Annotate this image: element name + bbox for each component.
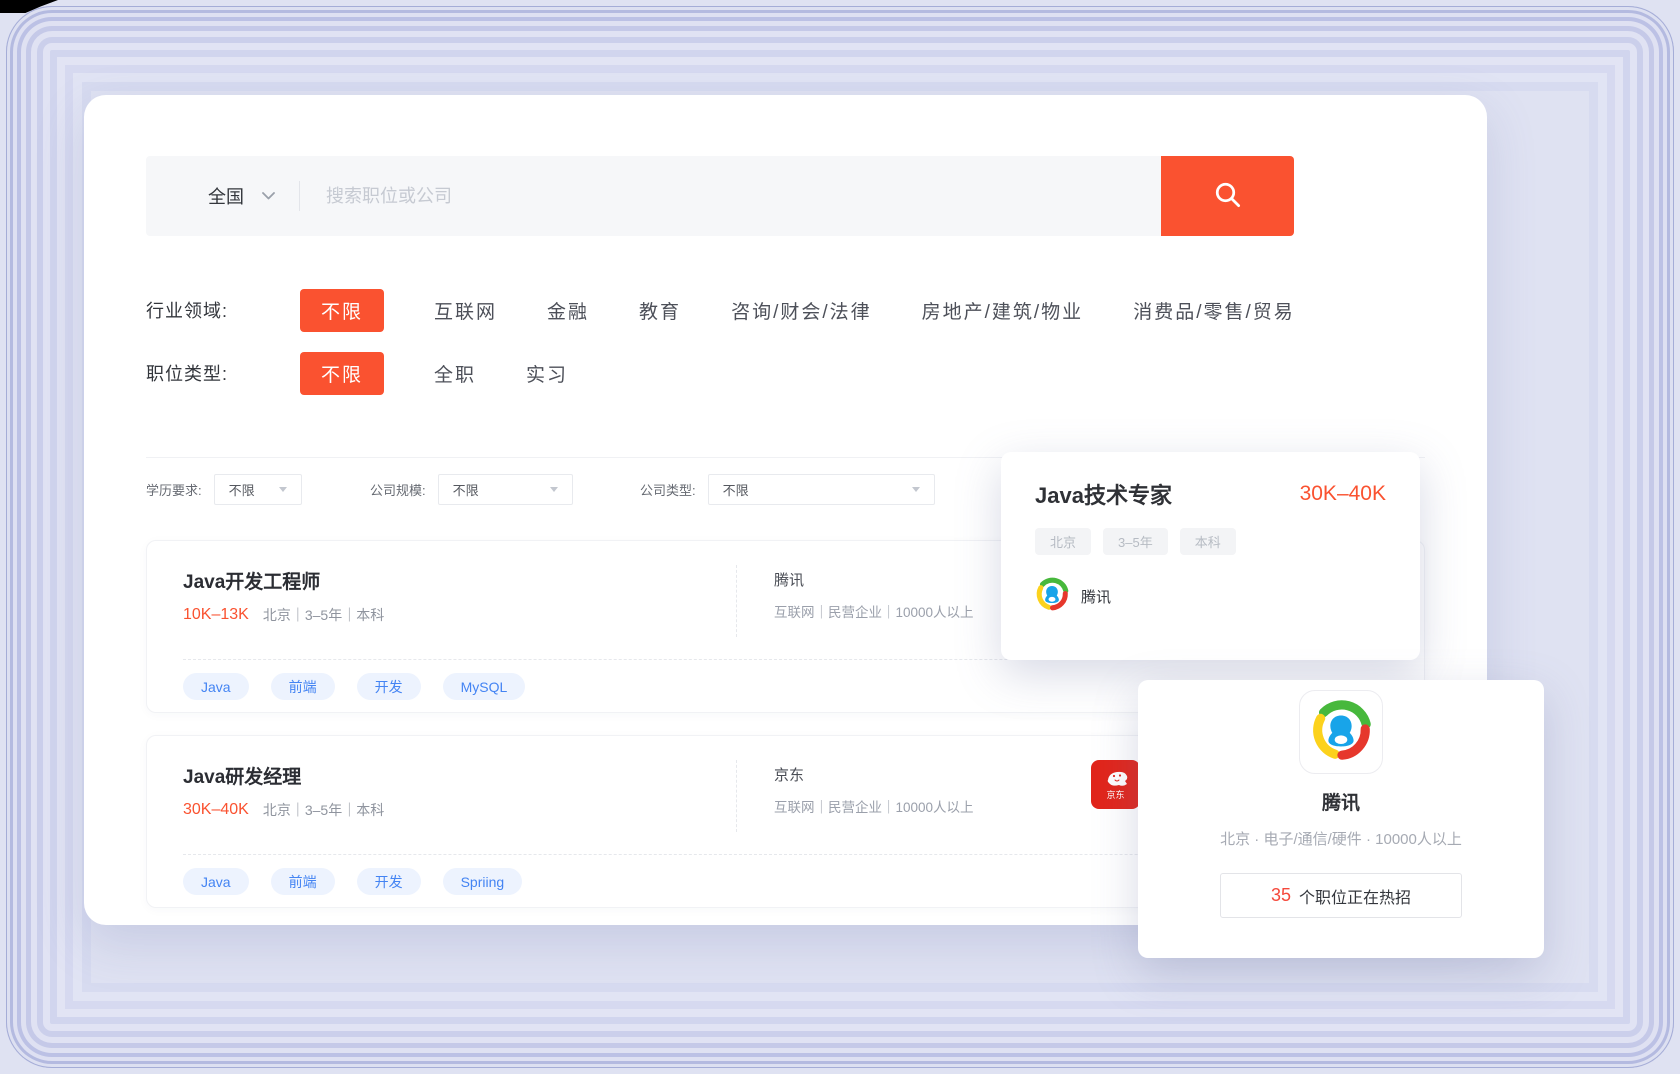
company-type-dropdown-value: 不限 — [723, 480, 749, 499]
company-popup[interactable]: 腾讯 北京 · 电子/通信/硬件 · 10000人以上 35 个职位正在热招 — [1138, 680, 1544, 958]
education-filter: 学历要求: 不限 — [146, 473, 302, 505]
job-title: Java研发经理 — [183, 762, 301, 789]
search-bar: 全国 — [146, 156, 1294, 236]
jd-logo-text: 京东 — [1106, 791, 1124, 800]
company-size-filter-label: 公司规模: — [370, 480, 426, 499]
job-popup-title: Java技术专家 — [1035, 478, 1172, 510]
job-tag[interactable]: 开发 — [357, 868, 421, 895]
industry-option-education[interactable]: 教育 — [639, 297, 681, 324]
tencent-logo-box — [1299, 690, 1383, 774]
job-popup-tag: 北京 — [1035, 528, 1091, 555]
job-salary-row: 10K–13K 北京｜3–5年｜本科 — [183, 605, 384, 625]
job-popup-header: Java技术专家 30K–40K — [1035, 478, 1386, 510]
industry-option-finance[interactable]: 金融 — [547, 297, 589, 324]
corner-notch — [0, 0, 58, 13]
industry-option-consumer[interactable]: 消费品/零售/贸易 — [1133, 297, 1295, 324]
job-popup-tag: 本科 — [1180, 528, 1236, 555]
hot-jobs-count: 35 — [1271, 885, 1291, 906]
divider — [299, 181, 300, 211]
search-input[interactable] — [324, 185, 1161, 208]
job-meta: 北京｜3–5年｜本科 — [263, 800, 384, 820]
divider — [736, 565, 737, 637]
company-meta: 互联网｜民营企业｜10000人以上 — [774, 796, 974, 816]
job-salary-row: 30K–40K 北京｜3–5年｜本科 — [183, 800, 384, 820]
job-popup-salary: 30K–40K — [1300, 482, 1386, 506]
jobtype-option-fulltime[interactable]: 全职 — [434, 360, 476, 387]
education-filter-label: 学历要求: — [146, 480, 202, 499]
job-tag[interactable]: 开发 — [357, 673, 421, 700]
company-name: 腾讯 — [774, 569, 804, 590]
company-type-dropdown[interactable]: 不限 — [708, 474, 935, 505]
job-salary: 30K–40K — [183, 801, 249, 819]
job-popup-company-row: 腾讯 — [1035, 577, 1386, 616]
search-icon — [1213, 180, 1243, 213]
caret-down-icon — [912, 487, 920, 492]
industry-option-realestate[interactable]: 房地产/建筑/物业 — [922, 297, 1084, 324]
company-size-dropdown-value: 不限 — [453, 480, 479, 499]
job-detail-popup[interactable]: Java技术专家 30K–40K 北京 3–5年 本科 腾讯 — [1001, 452, 1420, 660]
jd-company-logo: 京东 — [1091, 760, 1140, 809]
job-popup-company-name: 腾讯 — [1081, 586, 1111, 607]
search-button[interactable] — [1161, 156, 1294, 236]
jobtype-filter-label: 职位类型: — [146, 360, 260, 386]
education-dropdown[interactable]: 不限 — [214, 474, 302, 505]
job-tags: Java 前端 开发 MySQL — [183, 673, 525, 700]
jobtype-option-intern[interactable]: 实习 — [526, 360, 568, 387]
hot-jobs-label: 个职位正在热招 — [1299, 884, 1411, 908]
page: 全国 行业领域: 不限 互联网 金融 教育 咨询/财会/法律 — [0, 0, 1680, 1074]
job-tag[interactable]: Java — [183, 673, 249, 700]
industry-option-internet[interactable]: 互联网 — [434, 297, 497, 324]
company-type-filter-label: 公司类型: — [640, 480, 696, 499]
company-size-dropdown[interactable]: 不限 — [438, 474, 573, 505]
company-type-filter: 公司类型: 不限 — [640, 473, 935, 505]
job-tags: Java 前端 开发 Spriing — [183, 868, 522, 895]
company-size-filter: 公司规模: 不限 — [370, 473, 573, 505]
job-popup-tag: 3–5年 — [1103, 528, 1168, 555]
job-tag[interactable]: Spriing — [443, 868, 523, 895]
industry-options: 不限 互联网 金融 教育 咨询/财会/法律 房地产/建筑/物业 消费品/零售/贸… — [300, 289, 1295, 332]
company-meta: 互联网｜民营企业｜10000人以上 — [774, 601, 974, 621]
industry-option-unlimited[interactable]: 不限 — [300, 289, 384, 332]
industry-option-consulting[interactable]: 咨询/财会/法律 — [731, 297, 872, 324]
job-tag[interactable]: MySQL — [443, 673, 526, 700]
jobtype-option-unlimited[interactable]: 不限 — [300, 352, 384, 395]
caret-down-icon — [550, 487, 558, 492]
company-name: 京东 — [774, 764, 804, 785]
job-title: Java开发工程师 — [183, 567, 320, 594]
chevron-down-icon[interactable] — [262, 192, 275, 200]
divider — [736, 760, 737, 832]
caret-down-icon — [279, 487, 287, 492]
job-tag[interactable]: Java — [183, 868, 249, 895]
jobtype-options: 不限 全职 实习 — [300, 352, 568, 395]
job-meta: 北京｜3–5年｜本科 — [263, 605, 384, 625]
tencent-logo-icon — [1035, 577, 1069, 616]
industry-filter-label: 行业领域: — [146, 297, 260, 323]
job-popup-tags: 北京 3–5年 本科 — [1035, 528, 1386, 555]
job-tag[interactable]: 前端 — [271, 673, 335, 700]
jobtype-filter-row: 职位类型: 不限 全职 实习 — [146, 353, 568, 393]
tencent-logo-icon — [1310, 699, 1372, 766]
company-popup-meta: 北京 · 电子/通信/硬件 · 10000人以上 — [1138, 828, 1544, 849]
job-salary: 10K–13K — [183, 606, 249, 624]
industry-filter-row: 行业领域: 不限 互联网 金融 教育 咨询/财会/法律 房地产/建筑/物业 消费… — [146, 290, 1295, 330]
city-selector[interactable]: 全国 — [208, 183, 244, 209]
job-tag[interactable]: 前端 — [271, 868, 335, 895]
hot-jobs-button[interactable]: 35 个职位正在热招 — [1220, 873, 1462, 918]
education-dropdown-value: 不限 — [229, 480, 255, 499]
search-box: 全国 — [146, 156, 1161, 236]
company-popup-name: 腾讯 — [1138, 788, 1544, 815]
